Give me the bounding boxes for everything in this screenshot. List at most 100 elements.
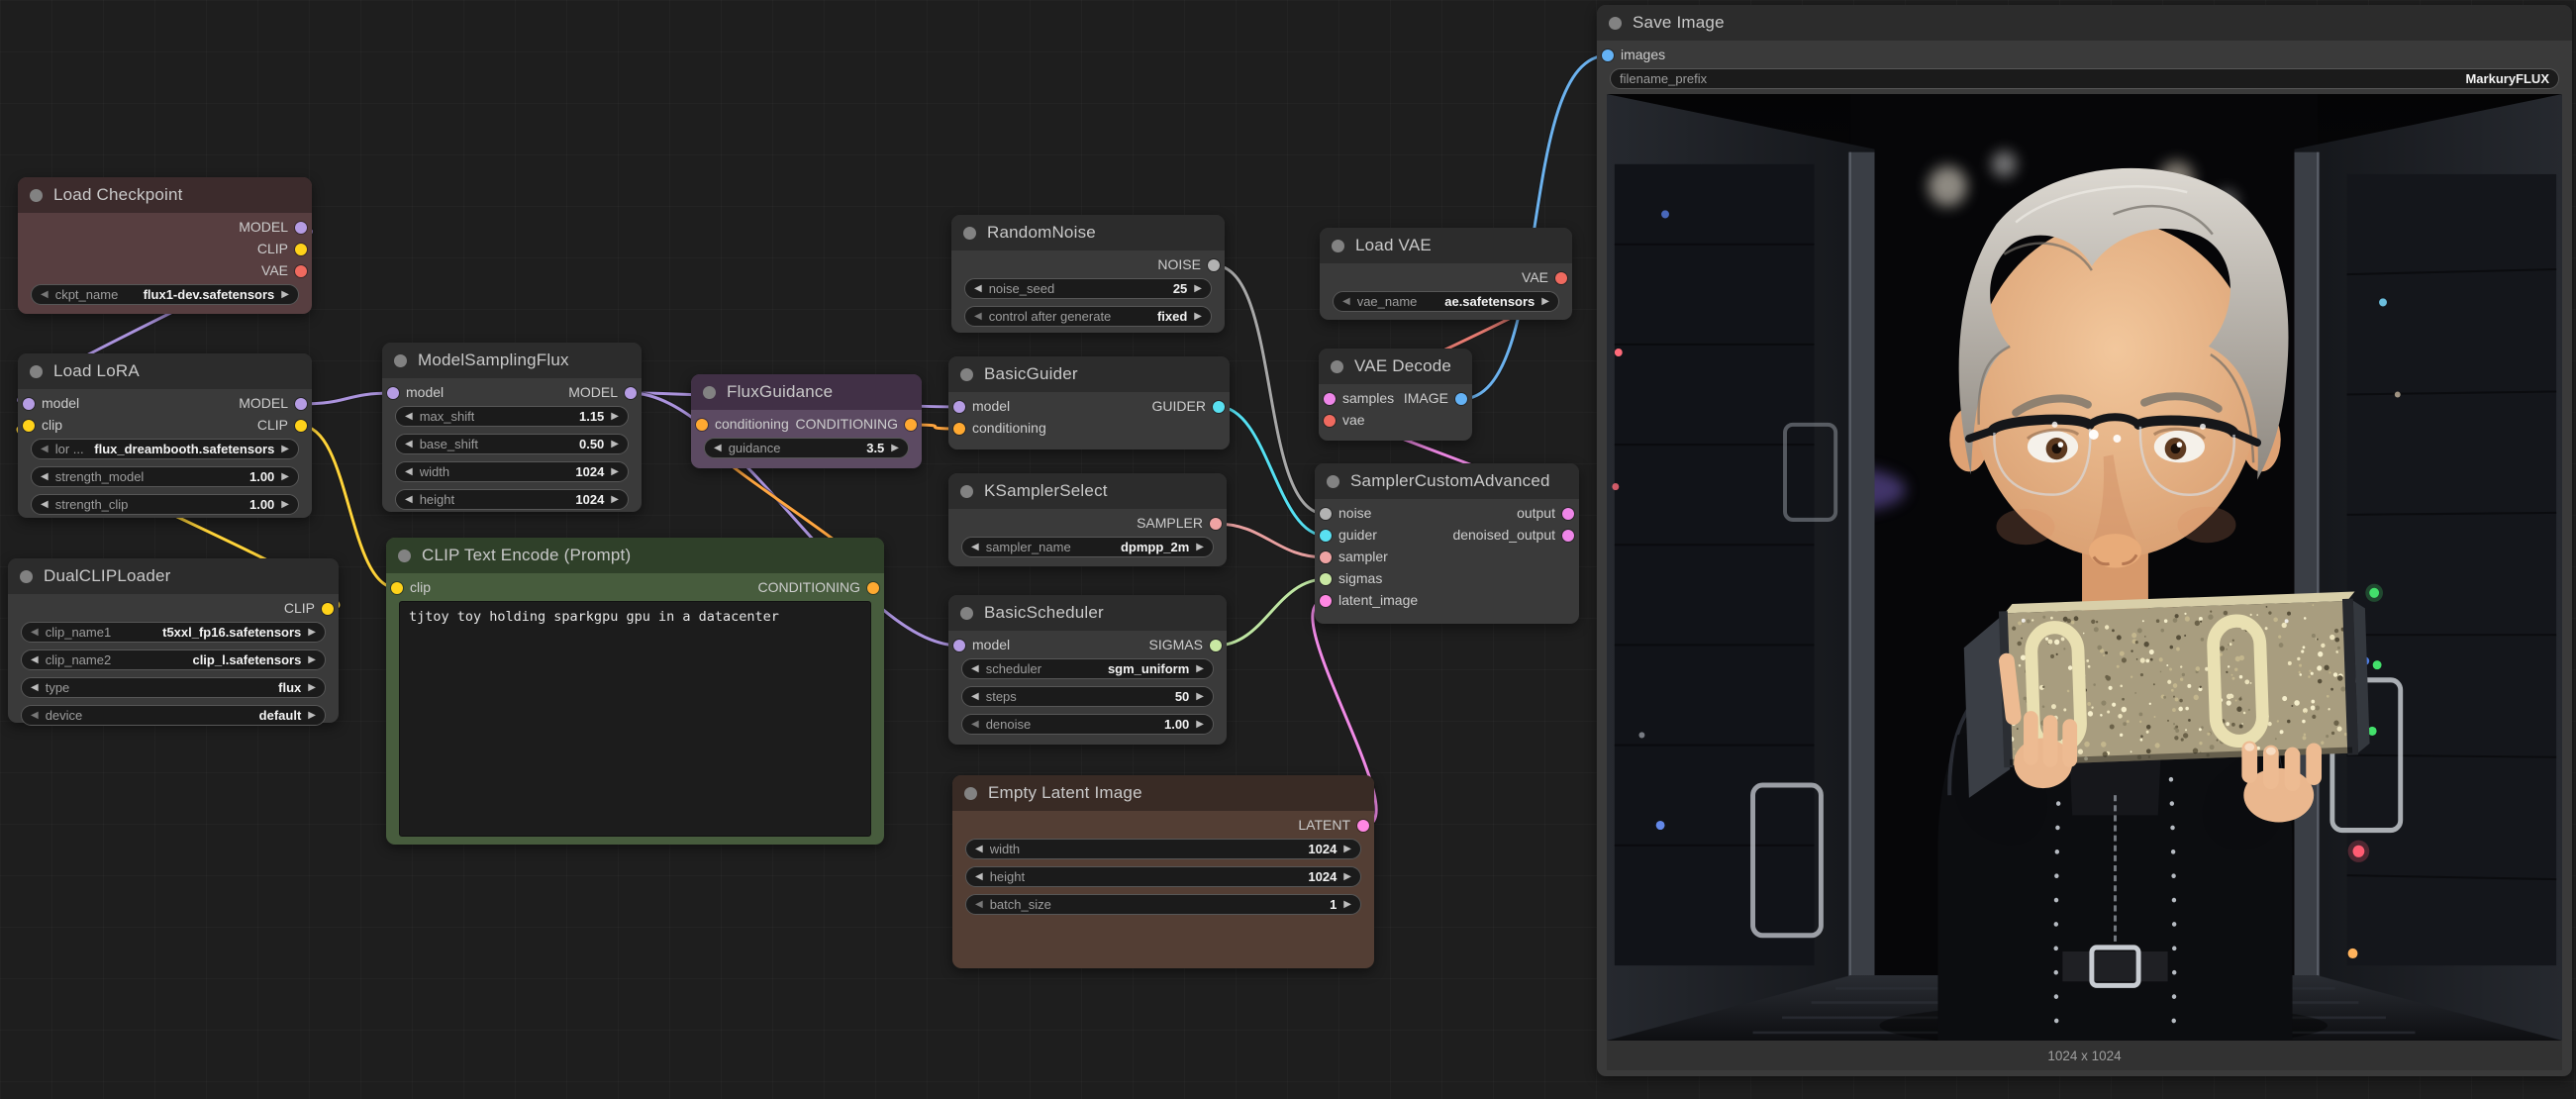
output-output-slot[interactable] [1562,508,1574,520]
IMAGE-output-slot[interactable] [1455,393,1467,405]
CLIP-output-slot[interactable] [295,244,307,255]
decrement-arrow-icon[interactable]: ◀ [405,440,413,450]
widget-vae-name[interactable]: ◀vae_nameae.safetensors▶ [1333,291,1559,312]
node-save_image[interactable]: Save Imageimagesfilename_prefixMarkuryFL… [1597,5,2572,1076]
node-vae_decode[interactable]: VAE DecodesamplesIMAGEvae [1319,349,1472,441]
decrement-arrow-icon[interactable]: ◀ [974,284,982,294]
node-titlebar[interactable]: Load Checkpoint [18,177,312,213]
CONDITIONING-output-slot[interactable] [867,582,879,594]
decrement-arrow-icon[interactable]: ◀ [1342,297,1350,307]
widget-sampler-name[interactable]: ◀sampler_namedpmpp_2m▶ [961,537,1214,557]
node-random_noise[interactable]: RandomNoiseNOISE◀noise_seed25▶◀control a… [951,215,1225,333]
model-input-slot[interactable] [953,401,965,413]
node-sampler_custom_advanced[interactable]: SamplerCustomAdvancednoiseoutputguiderde… [1315,463,1579,624]
node-titlebar[interactable]: SamplerCustomAdvanced [1315,463,1579,499]
widget-clip-name2[interactable]: ◀clip_name2clip_l.safetensors▶ [21,649,326,670]
widget-clip-name1[interactable]: ◀clip_name1t5xxl_fp16.safetensors▶ [21,622,326,643]
GUIDER-output-slot[interactable] [1213,401,1225,413]
increment-arrow-icon[interactable]: ▶ [1541,297,1549,307]
widget-width[interactable]: ◀width1024▶ [965,839,1361,859]
increment-arrow-icon[interactable]: ▶ [308,628,316,638]
prompt-textarea[interactable]: tjtoy toy holding sparkgpu gpu in a data… [399,601,871,837]
collapse-dot-icon[interactable] [1332,240,1344,252]
increment-arrow-icon[interactable]: ▶ [1194,312,1202,322]
widget-steps[interactable]: ◀steps50▶ [961,686,1214,707]
widget-ckpt-name[interactable]: ◀ckpt_nameflux1-dev.safetensors▶ [31,284,299,305]
decrement-arrow-icon[interactable]: ◀ [971,664,979,674]
node-dual_clip_loader[interactable]: DualCLIPLoaderCLIP◀clip_name1t5xxl_fp16.… [8,558,339,723]
node-titlebar[interactable]: FluxGuidance [691,374,922,410]
decrement-arrow-icon[interactable]: ◀ [31,683,39,693]
node-flux_guidance[interactable]: FluxGuidanceconditioningCONDITIONING◀gui… [691,374,922,468]
increment-arrow-icon[interactable]: ▶ [281,290,289,300]
decrement-arrow-icon[interactable]: ◀ [971,543,979,552]
node-titlebar[interactable]: ModelSamplingFlux [382,343,642,378]
decrement-arrow-icon[interactable]: ◀ [971,692,979,702]
decrement-arrow-icon[interactable]: ◀ [405,467,413,477]
increment-arrow-icon[interactable]: ▶ [308,655,316,665]
increment-arrow-icon[interactable]: ▶ [1343,845,1351,854]
increment-arrow-icon[interactable]: ▶ [611,467,619,477]
node-load_vae[interactable]: Load VAEVAE◀vae_nameae.safetensors▶ [1320,228,1572,320]
model-input-slot[interactable] [953,640,965,651]
decrement-arrow-icon[interactable]: ◀ [971,720,979,730]
MODEL-output-slot[interactable] [295,222,307,234]
decrement-arrow-icon[interactable]: ◀ [975,845,983,854]
increment-arrow-icon[interactable]: ▶ [1343,872,1351,882]
latent_image-input-slot[interactable] [1320,595,1332,607]
collapse-dot-icon[interactable] [1609,17,1622,30]
model-input-slot[interactable] [387,387,399,399]
collapse-dot-icon[interactable] [30,189,43,202]
decrement-arrow-icon[interactable]: ◀ [41,290,49,300]
widget-strength-clip[interactable]: ◀strength_clip1.00▶ [31,494,299,515]
widget-device[interactable]: ◀devicedefault▶ [21,705,326,726]
node-clip_text_encode[interactable]: CLIP Text Encode (Prompt)clipCONDITIONIN… [386,538,884,845]
increment-arrow-icon[interactable]: ▶ [1196,664,1204,674]
widget-strength-model[interactable]: ◀strength_model1.00▶ [31,466,299,487]
CONDITIONING-output-slot[interactable] [905,419,917,431]
collapse-dot-icon[interactable] [20,570,33,583]
collapse-dot-icon[interactable] [398,550,411,562]
increment-arrow-icon[interactable]: ▶ [1196,720,1204,730]
widget-batch-size[interactable]: ◀batch_size1▶ [965,894,1361,915]
MODEL-output-slot[interactable] [625,387,637,399]
sigmas-input-slot[interactable] [1320,573,1332,585]
widget-denoise[interactable]: ◀denoise1.00▶ [961,714,1214,735]
node-titlebar[interactable]: Save Image [1597,5,2572,41]
VAE-output-slot[interactable] [295,265,307,277]
increment-arrow-icon[interactable]: ▶ [611,412,619,422]
node-basic_scheduler[interactable]: BasicSchedulermodelSIGMAS◀schedulersgm_u… [948,595,1227,745]
node-titlebar[interactable]: BasicGuider [948,356,1230,392]
widget-height[interactable]: ◀height1024▶ [965,866,1361,887]
increment-arrow-icon[interactable]: ▶ [1194,284,1202,294]
widget-scheduler[interactable]: ◀schedulersgm_uniform▶ [961,658,1214,679]
collapse-dot-icon[interactable] [963,227,976,240]
node-titlebar[interactable]: VAE Decode [1319,349,1472,384]
collapse-dot-icon[interactable] [703,386,716,399]
increment-arrow-icon[interactable]: ▶ [611,440,619,450]
node-titlebar[interactable]: RandomNoise [951,215,1225,250]
decrement-arrow-icon[interactable]: ◀ [974,312,982,322]
SAMPLER-output-slot[interactable] [1210,518,1222,530]
widget-type[interactable]: ◀typeflux▶ [21,677,326,698]
vae-input-slot[interactable] [1324,415,1336,427]
decrement-arrow-icon[interactable]: ◀ [41,500,49,510]
conditioning-input-slot[interactable] [953,423,965,435]
widget-filename-prefix[interactable]: filename_prefixMarkuryFLUX [1610,68,2559,89]
node-titlebar[interactable]: CLIP Text Encode (Prompt) [386,538,884,573]
collapse-dot-icon[interactable] [960,485,973,498]
increment-arrow-icon[interactable]: ▶ [611,495,619,505]
denoised_output-output-slot[interactable] [1562,530,1574,542]
increment-arrow-icon[interactable]: ▶ [308,711,316,721]
SIGMAS-output-slot[interactable] [1210,640,1222,651]
node-empty_latent_image[interactable]: Empty Latent ImageLATENT◀width1024▶◀heig… [952,775,1374,968]
increment-arrow-icon[interactable]: ▶ [308,683,316,693]
node-load_lora[interactable]: Load LoRAmodelMODELclipCLIP◀lor ...flux_… [18,353,312,518]
node-load_checkpoint[interactable]: Load CheckpointMODELCLIPVAE◀ckpt_nameflu… [18,177,312,314]
decrement-arrow-icon[interactable]: ◀ [31,655,39,665]
increment-arrow-icon[interactable]: ▶ [1196,692,1204,702]
decrement-arrow-icon[interactable]: ◀ [31,711,39,721]
decrement-arrow-icon[interactable]: ◀ [975,872,983,882]
widget-noise-seed[interactable]: ◀noise_seed25▶ [964,278,1212,299]
images-input-slot[interactable] [1602,50,1614,61]
